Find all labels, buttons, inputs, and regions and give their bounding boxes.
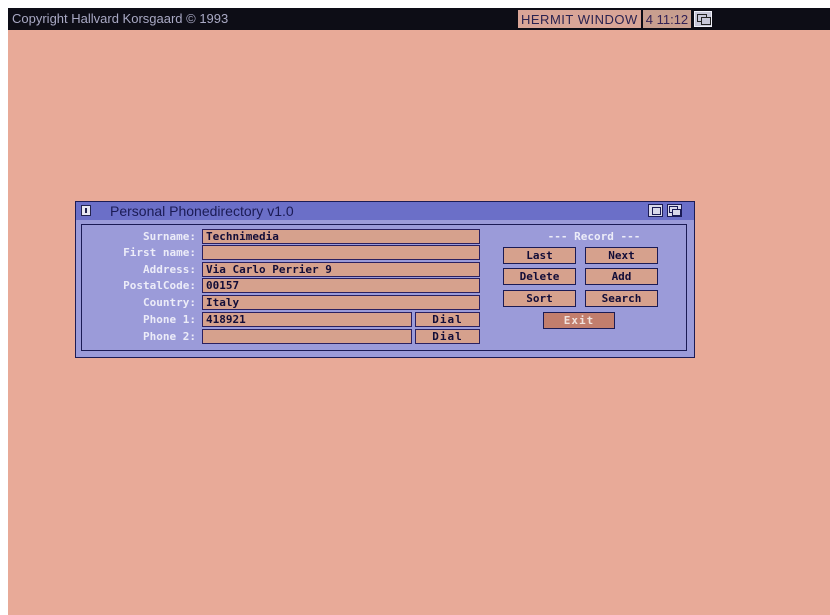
phone1-label: Phone 1: bbox=[143, 313, 196, 326]
zoom-icon[interactable] bbox=[648, 204, 663, 217]
last-button[interactable]: Last bbox=[503, 247, 576, 264]
country-field[interactable]: Italy bbox=[202, 295, 480, 310]
window-body: Surname: First name: Address: PostalCode… bbox=[81, 224, 687, 351]
country-label: Country: bbox=[143, 296, 196, 309]
sort-button[interactable]: Sort bbox=[503, 290, 576, 307]
surname-field[interactable]: Technimedia bbox=[202, 229, 480, 244]
exit-button[interactable]: Exit bbox=[543, 312, 615, 329]
postalcode-field[interactable]: 00157 bbox=[202, 278, 480, 293]
next-button[interactable]: Next bbox=[585, 247, 658, 264]
add-button[interactable]: Add bbox=[585, 268, 658, 285]
address-label: Address: bbox=[143, 263, 196, 276]
postalcode-label: PostalCode: bbox=[123, 279, 196, 292]
window-title: Personal Phonedirectory v1.0 bbox=[110, 203, 294, 219]
phone1-field[interactable]: 418921 bbox=[202, 312, 412, 327]
address-field[interactable]: Via Carlo Perrier 9 bbox=[202, 262, 480, 277]
memory-display: 4 11:12 bbox=[642, 10, 692, 28]
screen-title-bar: Copyright Hallvard Korsgaard © 1993 HERM… bbox=[8, 8, 830, 30]
screen-title: Copyright Hallvard Korsgaard © 1993 bbox=[12, 11, 229, 26]
phone2-field[interactable] bbox=[202, 329, 412, 344]
dial-phone1-button[interactable]: Dial bbox=[415, 312, 480, 327]
close-icon[interactable] bbox=[81, 205, 91, 216]
screen-title-bar-right: HERMIT WINDOW 4 11:12 bbox=[518, 9, 830, 29]
phone2-label: Phone 2: bbox=[143, 330, 196, 343]
record-header: --- Record --- bbox=[547, 230, 641, 243]
depth-icon[interactable] bbox=[667, 204, 682, 217]
screen: Copyright Hallvard Korsgaard © 1993 HERM… bbox=[8, 8, 830, 615]
search-button[interactable]: Search bbox=[585, 290, 658, 307]
window-title-bar[interactable]: Personal Phonedirectory v1.0 bbox=[76, 202, 694, 220]
firstname-field[interactable] bbox=[202, 245, 480, 260]
hermit-window-label[interactable]: HERMIT WINDOW bbox=[518, 10, 641, 28]
surname-label: Surname: bbox=[143, 230, 196, 243]
firstname-label: First name: bbox=[123, 246, 196, 259]
phonedirectory-window: Personal Phonedirectory v1.0 Surname: Fi… bbox=[75, 201, 695, 358]
screen-depth-icon[interactable] bbox=[694, 11, 713, 27]
dial-phone2-button[interactable]: Dial bbox=[415, 329, 480, 344]
delete-button[interactable]: Delete bbox=[503, 268, 576, 285]
